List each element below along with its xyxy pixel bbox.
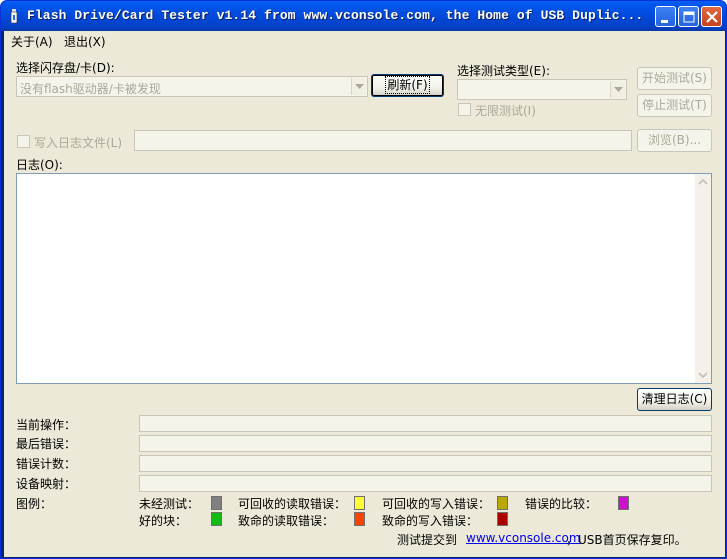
infinite-test-checkbox[interactable] bbox=[458, 103, 471, 116]
test-type-select-arrow[interactable] bbox=[610, 81, 625, 98]
client-area: 关于(A) 退出(X) 选择闪存盘/卡(D): 没有flash驱动器/卡被发现 … bbox=[4, 31, 725, 557]
dropdown-arrow-icon bbox=[614, 87, 623, 92]
current-operation-label: 当前操作： bbox=[16, 418, 77, 432]
browse-button[interactable]: 浏览(B)... bbox=[637, 129, 712, 152]
legend-label-fatal-read: 致命的读取错误： bbox=[238, 514, 335, 528]
legend-label-good-block: 好的块： bbox=[139, 514, 188, 528]
title-bar[interactable]: Flash Drive/Card Tester v1.14 from www.v… bbox=[1, 1, 726, 31]
stop-test-button[interactable]: 停止测试(T) bbox=[637, 94, 712, 117]
footer-suffix-text: ，USB首页保存复印。 bbox=[566, 533, 687, 547]
scroll-up-button[interactable] bbox=[695, 174, 711, 190]
legend-label-untested: 未经测试： bbox=[139, 497, 200, 511]
write-log-checkbox[interactable] bbox=[17, 135, 30, 148]
scroll-down-button[interactable] bbox=[695, 367, 711, 383]
legend-label-bad-compare: 错误的比较： bbox=[525, 497, 598, 511]
legend-swatch-recoverable-write bbox=[497, 496, 508, 510]
legend-swatch-untested bbox=[211, 496, 222, 510]
legend-swatch-fatal-read bbox=[354, 512, 365, 526]
app-window: Flash Drive/Card Tester v1.14 from www.v… bbox=[0, 0, 727, 559]
maximize-button[interactable] bbox=[678, 6, 699, 27]
legend-title: 图例： bbox=[16, 497, 53, 511]
legend-swatch-recoverable-read bbox=[354, 496, 365, 510]
window-title: Flash Drive/Card Tester v1.14 from www.v… bbox=[27, 8, 644, 23]
dropdown-arrow-icon bbox=[355, 84, 364, 89]
legend-label-recoverable-write: 可回收的写入错误： bbox=[382, 497, 491, 511]
maximize-icon bbox=[683, 11, 695, 23]
scroll-down-icon bbox=[698, 372, 708, 379]
write-log-label: 写入日志文件(L) bbox=[34, 136, 123, 150]
drive-label: 选择闪存盘/卡(D): bbox=[16, 61, 115, 75]
menu-exit[interactable]: 退出(X) bbox=[64, 33, 106, 50]
clear-log-button[interactable]: 清理日志(C) bbox=[637, 388, 712, 411]
vconsole-link[interactable]: www.vconsole.com bbox=[466, 531, 581, 545]
log-textarea[interactable] bbox=[16, 173, 712, 384]
legend-label-recoverable-read: 可回收的读取错误： bbox=[238, 497, 347, 511]
legend-swatch-bad-compare bbox=[618, 496, 629, 510]
scroll-up-icon bbox=[698, 178, 708, 185]
minimize-button[interactable] bbox=[655, 6, 676, 27]
test-type-select[interactable] bbox=[457, 79, 627, 100]
minimize-icon bbox=[661, 20, 668, 23]
error-count-label: 错误计数： bbox=[16, 457, 77, 471]
error-count-field bbox=[139, 455, 712, 472]
drive-select-value: 没有flash驱动器/卡被发现 bbox=[20, 82, 161, 96]
device-map-field bbox=[139, 475, 712, 492]
device-map-label: 设备映射： bbox=[16, 477, 77, 491]
menu-about[interactable]: 关于(A) bbox=[11, 33, 53, 50]
menu-bar: 关于(A) 退出(X) bbox=[4, 31, 725, 51]
close-icon bbox=[706, 11, 718, 23]
drive-select[interactable]: 没有flash驱动器/卡被发现 bbox=[16, 76, 368, 97]
last-error-label: 最后错误： bbox=[16, 437, 77, 451]
drive-select-arrow[interactable] bbox=[351, 78, 366, 95]
infinite-test-label: 无限测试(I) bbox=[475, 104, 536, 118]
footer-submit-text: 测试提交到 bbox=[397, 533, 458, 547]
close-button[interactable] bbox=[701, 6, 722, 27]
legend-swatch-fatal-write bbox=[497, 512, 508, 526]
log-file-path-input[interactable] bbox=[134, 130, 632, 151]
last-error-field bbox=[139, 435, 712, 452]
refresh-button-label: 刷新(F) bbox=[385, 76, 430, 94]
legend-swatch-good-block bbox=[211, 512, 222, 526]
legend-label-fatal-write: 致命的写入错误： bbox=[382, 514, 479, 528]
refresh-button[interactable]: 刷新(F) bbox=[371, 74, 444, 97]
start-test-button[interactable]: 开始测试(S) bbox=[637, 67, 712, 90]
app-icon bbox=[10, 9, 18, 24]
log-scrollbar[interactable] bbox=[695, 174, 711, 383]
log-label: 日志(O): bbox=[16, 158, 63, 172]
test-type-label: 选择测试类型(E): bbox=[457, 64, 550, 78]
current-operation-field bbox=[139, 415, 712, 432]
